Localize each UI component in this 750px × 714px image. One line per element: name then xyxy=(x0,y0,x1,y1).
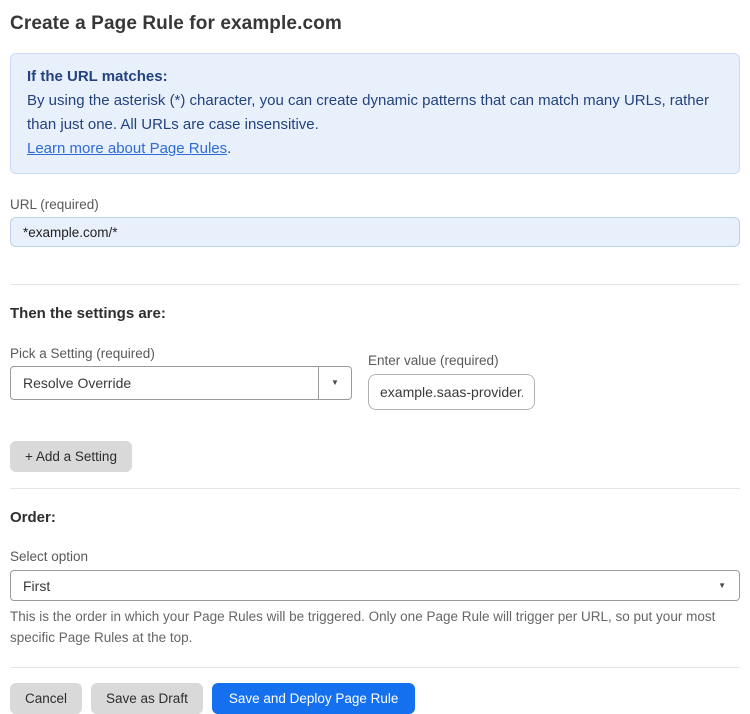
setting-picker-dropdown[interactable]: Resolve Override ▼ xyxy=(10,366,352,400)
setting-picker-label: Pick a Setting (required) xyxy=(10,346,155,361)
link-suffix: . xyxy=(227,140,232,157)
setting-picker-column: Pick a Setting (required) Resolve Overri… xyxy=(10,346,352,410)
settings-row: Pick a Setting (required) Resolve Overri… xyxy=(10,346,740,410)
settings-section-heading: Then the settings are: xyxy=(10,305,166,322)
chevron-down-icon: ▼ xyxy=(718,580,726,590)
divider xyxy=(10,488,740,489)
page-title: Create a Page Rule for example.com xyxy=(10,13,342,34)
save-and-deploy-button[interactable]: Save and Deploy Page Rule xyxy=(211,683,416,714)
chevron-down-icon: ▼ xyxy=(331,378,339,387)
divider xyxy=(10,284,740,285)
value-field-label: Enter value (required) xyxy=(368,353,499,368)
url-input[interactable] xyxy=(10,217,740,247)
order-select-dropdown[interactable]: First ▼ xyxy=(10,570,740,601)
save-as-draft-button[interactable]: Save as Draft xyxy=(91,683,203,714)
value-field-column: Enter value (required) xyxy=(368,353,535,410)
url-field-label: URL (required) xyxy=(10,197,99,212)
info-box-body: By using the asterisk (*) character, you… xyxy=(27,92,709,133)
info-box-heading: If the URL matches: xyxy=(27,68,168,85)
info-box-link-line: Learn more about Page Rules. xyxy=(27,137,723,161)
order-section-heading: Order: xyxy=(10,509,56,526)
form-actions: Cancel Save as Draft Save and Deploy Pag… xyxy=(10,683,740,714)
cancel-button[interactable]: Cancel xyxy=(10,683,83,714)
order-select-label: Select option xyxy=(10,549,89,564)
divider xyxy=(10,667,740,668)
setting-picker-arrow-box: ▼ xyxy=(318,367,351,399)
add-setting-button[interactable]: + Add a Setting xyxy=(10,441,132,472)
page-rule-form: Create a Page Rule for example.com If th… xyxy=(0,13,750,714)
learn-more-link[interactable]: Learn more about Page Rules xyxy=(27,140,227,157)
setting-picker-selected-value: Resolve Override xyxy=(23,375,132,391)
order-help-text: This is the order in which your Page Rul… xyxy=(10,609,716,645)
url-match-info-box: If the URL matches: By using the asteris… xyxy=(10,53,740,174)
order-selected-value: First xyxy=(23,577,51,594)
setting-value-input[interactable] xyxy=(368,374,535,410)
